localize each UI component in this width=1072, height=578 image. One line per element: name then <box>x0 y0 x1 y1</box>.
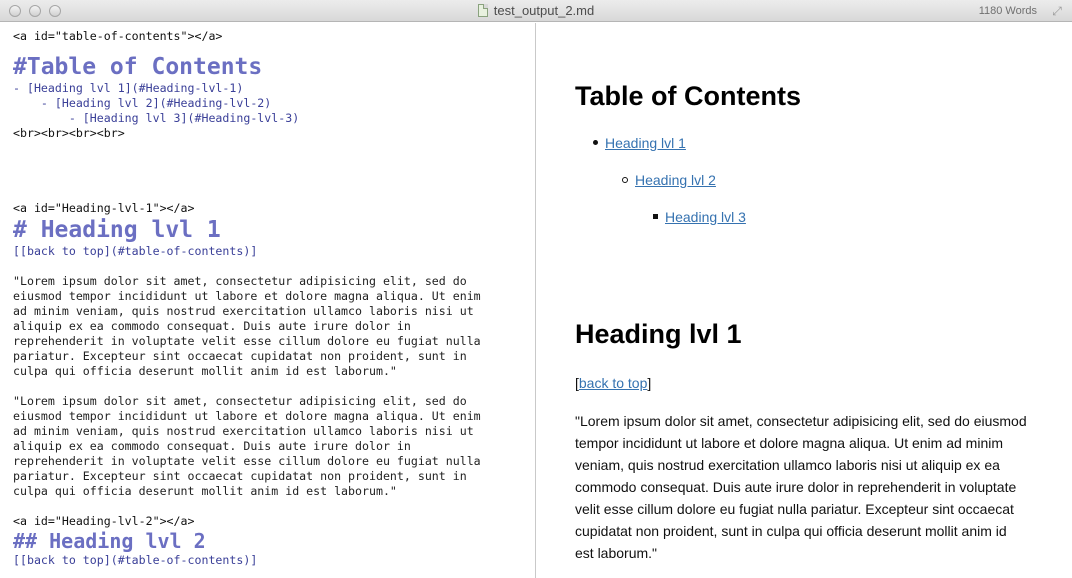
disc-bullet-icon <box>593 140 598 145</box>
toc-link-heading-1[interactable]: Heading lvl 1 <box>605 135 686 151</box>
editor-paragraph-1: "Lorem ipsum dolor sit amet, consectetur… <box>13 274 535 379</box>
square-bullet-icon <box>653 214 658 219</box>
preview-toc-title: Table of Contents <box>575 81 801 111</box>
markdown-file-icon <box>477 4 488 17</box>
markdown-editor[interactable]: <a id="table-of-contents"></a> #Table of… <box>0 23 536 578</box>
editor-line-anchor-h1: <a id="Heading-lvl-1"></a> <box>13 201 195 215</box>
editor-line-toc-item-2: - [Heading lvl 2](#Heading-lvl-2) <box>13 96 272 110</box>
editor-text-line: aliquip ex ea commodo consequat. Duis au… <box>13 319 411 333</box>
editor-line-toc-heading: #Table of Contents <box>13 54 263 80</box>
preview-heading-1: Heading lvl 1 <box>575 319 742 349</box>
circle-bullet-icon <box>622 177 628 183</box>
editor-paragraph-2: "Lorem ipsum dolor sit amet, consectetur… <box>13 394 535 499</box>
editor-text-line: "Lorem ipsum dolor sit amet, consectetur… <box>13 274 467 288</box>
toc-link-heading-3[interactable]: Heading lvl 3 <box>665 209 746 225</box>
editor-line-toc-item-3: - [Heading lvl 3](#Heading-lvl-3) <box>13 111 300 125</box>
preview-paragraph: "Lorem ipsum dolor sit amet, consectetur… <box>575 413 1027 561</box>
editor-text-line: reprehenderit in voluptate velit esse ci… <box>13 454 481 468</box>
word-count: 1180 Words <box>978 5 1037 17</box>
toc-list-item: Heading lvl 2 <box>575 171 1072 189</box>
bracket-close: ] <box>647 375 652 391</box>
toc-list-item: Heading lvl 3 <box>575 208 1072 226</box>
editor-line-anchor-h2: <a id="Heading-lvl-2"></a> <box>13 514 195 528</box>
editor-text-line: pariatur. Excepteur sint occaecat cupida… <box>13 349 467 363</box>
editor-text-line: eiusmod tempor incididunt ut labore et d… <box>13 289 481 303</box>
editor-text-line: ad minim veniam, quis nostrud exercitati… <box>13 424 474 438</box>
editor-text-line: culpa qui officia deserunt mollit anim i… <box>13 364 397 378</box>
title-bar: test_output_2.md 1180 Words ⤢ <box>0 0 1072 22</box>
fullscreen-icon[interactable]: ⤢ <box>1050 4 1064 18</box>
editor-line-h2: ## Heading lvl 2 <box>13 529 206 553</box>
editor-line-back-to-top-1: [[back to top](#table-of-contents)] <box>13 244 258 258</box>
back-to-top-line: [back to top] <box>575 374 1072 392</box>
editor-text-line: ad minim veniam, quis nostrud exercitati… <box>13 304 474 318</box>
editor-line-back-to-top-2: [[back to top](#table-of-contents)] <box>13 553 258 567</box>
editor-line-anchor-toc: <a id="table-of-contents"></a> <box>13 29 223 43</box>
back-to-top-link[interactable]: back to top <box>579 375 648 391</box>
editor-line-toc-item-1: - [Heading lvl 1](#Heading-lvl-1) <box>13 81 244 95</box>
editor-line-h1: # Heading lvl 1 <box>13 217 221 243</box>
editor-line-breaks: <br><br><br><br> <box>13 126 125 140</box>
editor-text-line: aliquip ex ea commodo consequat. Duis au… <box>13 439 411 453</box>
editor-text-line: pariatur. Excepteur sint occaecat cupida… <box>13 469 467 483</box>
window-title-text: test_output_2.md <box>493 3 595 18</box>
editor-text-line: eiusmod tempor incididunt ut labore et d… <box>13 409 481 423</box>
window-title: test_output_2.md <box>0 3 1072 18</box>
toc-list-item: Heading lvl 1 <box>575 134 1072 152</box>
rendered-preview: Table of Contents Heading lvl 1 Heading … <box>537 23 1072 578</box>
editor-text-line: reprehenderit in voluptate velit esse ci… <box>13 334 481 348</box>
editor-text-line: "Lorem ipsum dolor sit amet, consectetur… <box>13 394 467 408</box>
editor-text-line: culpa qui officia deserunt mollit anim i… <box>13 484 397 498</box>
toc-link-heading-2[interactable]: Heading lvl 2 <box>635 172 716 188</box>
